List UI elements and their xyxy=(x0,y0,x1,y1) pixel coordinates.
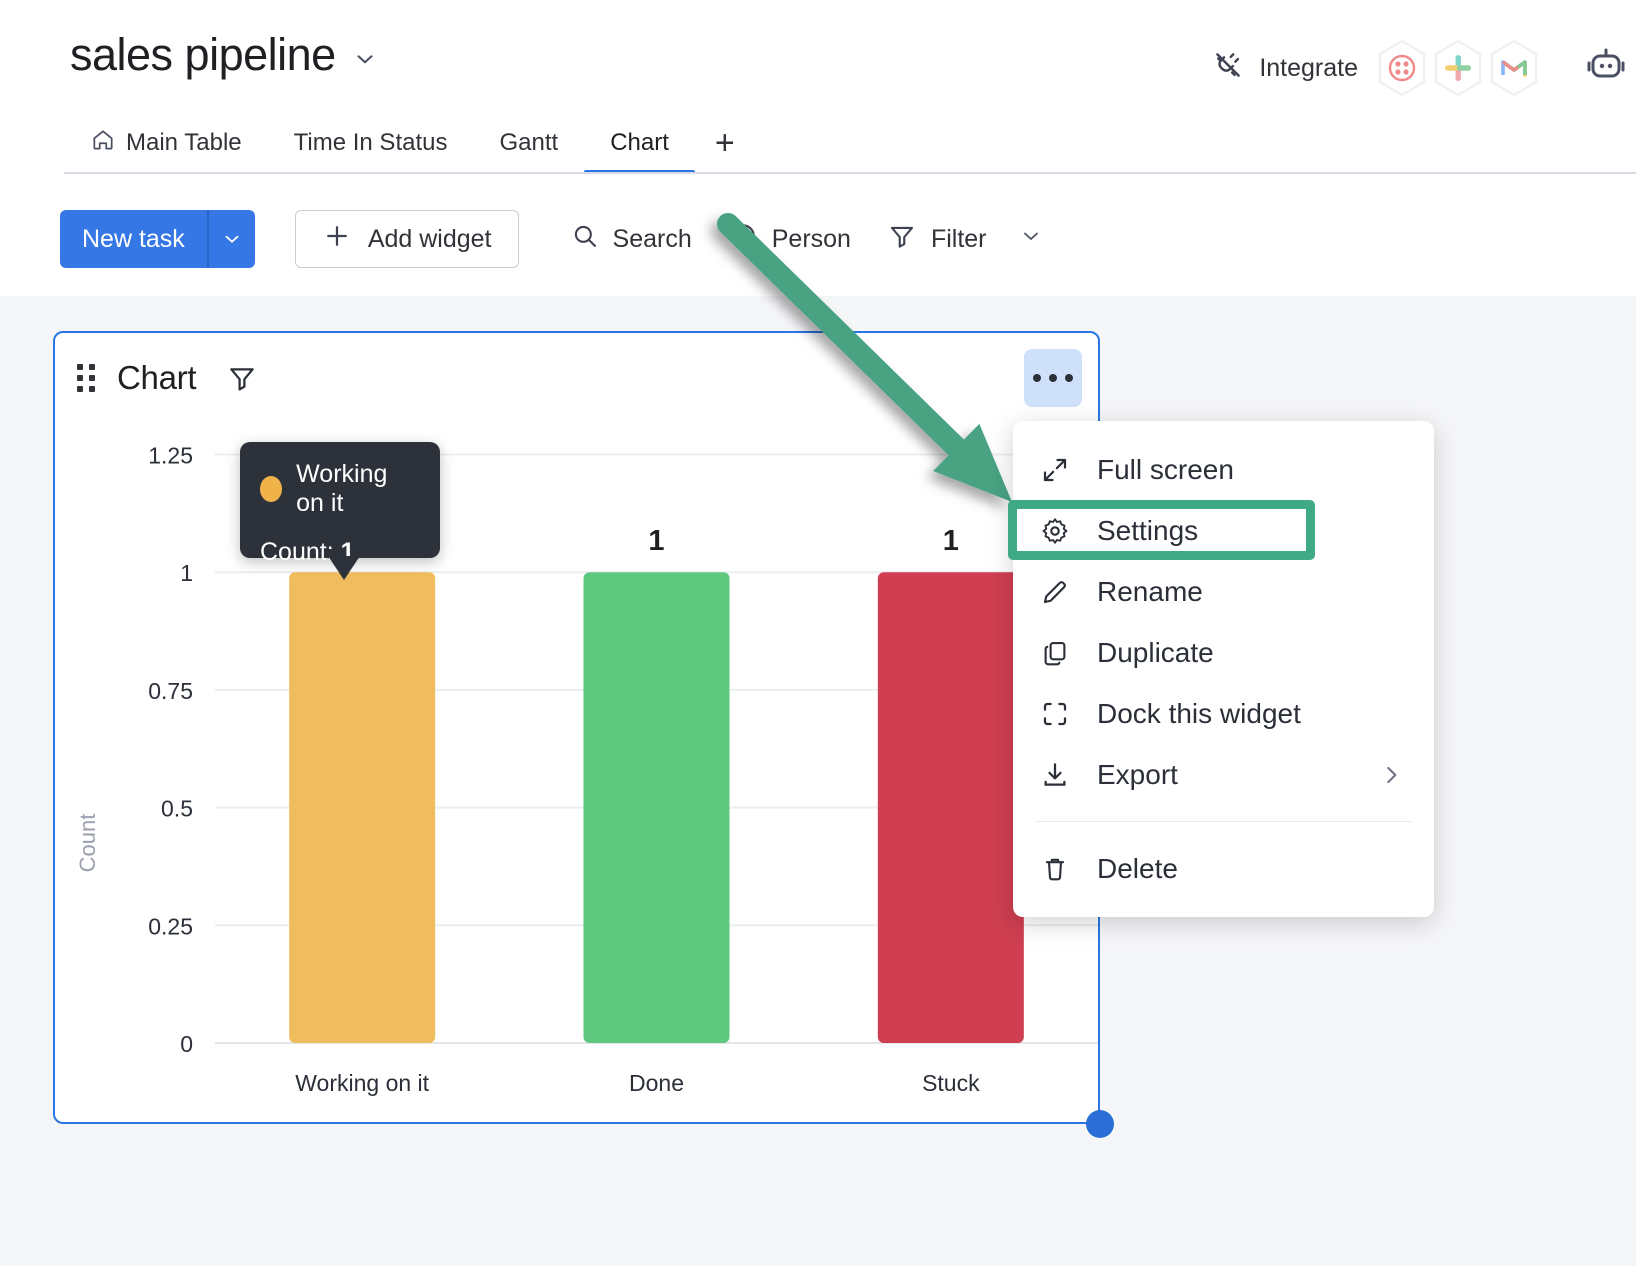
filter-chevron-down-icon[interactable] xyxy=(1019,224,1043,255)
dribbble-icon[interactable] xyxy=(1372,38,1432,98)
filter-label: Filter xyxy=(931,225,987,254)
toolbar: New task Add widget xyxy=(60,210,1061,268)
chart-widget-title: Chart xyxy=(117,359,196,397)
y-axis-tick-label: 0.25 xyxy=(148,913,193,939)
menu-item-delete[interactable]: Delete xyxy=(1013,838,1434,899)
integration-icons xyxy=(1372,38,1544,98)
x-axis-tick-label: Stuck xyxy=(922,1070,980,1096)
expand-icon xyxy=(1039,454,1071,486)
menu-item-label: Rename xyxy=(1097,576,1203,608)
menu-item-export[interactable]: Export xyxy=(1013,744,1434,805)
search-button[interactable]: Search xyxy=(553,210,710,268)
pencil-icon xyxy=(1039,576,1071,608)
bar-chart: 00.250.50.7511.251Working on it1Done1Stu… xyxy=(55,423,1098,1124)
add-view-button[interactable]: + xyxy=(695,112,755,174)
integrate-label: Integrate xyxy=(1259,54,1358,83)
trash-icon xyxy=(1039,853,1071,885)
filter-button[interactable]: Filter xyxy=(869,210,1061,268)
tooltip-series-row: Working on it xyxy=(260,460,420,518)
integrate-button[interactable]: Integrate xyxy=(1211,48,1372,89)
bot-icon[interactable] xyxy=(1584,46,1628,91)
slack-icon[interactable] xyxy=(1428,38,1488,98)
header-band: sales pipeline Integrate xyxy=(0,0,1636,296)
widget-context-menu: Full screen Settings Rename Duplicate Dock t… xyxy=(1013,421,1434,917)
chart-bar[interactable] xyxy=(289,572,435,1043)
search-icon xyxy=(571,222,599,257)
menu-item-rename[interactable]: Rename xyxy=(1013,561,1434,622)
y-axis-label: Count xyxy=(75,814,100,873)
board-title-row: sales pipeline xyxy=(70,32,378,77)
view-tabs: Main Table Time In Status Gantt Chart + xyxy=(64,110,755,174)
tooltip-pointer xyxy=(328,556,360,580)
dock-icon xyxy=(1039,698,1071,730)
integrate-cluster: Integrate xyxy=(1211,38,1628,98)
tab-time-in-status[interactable]: Time In Status xyxy=(268,112,474,174)
tab-gantt[interactable]: Gantt xyxy=(473,112,584,174)
menu-item-dock-this-widget[interactable]: Dock this widget xyxy=(1013,683,1434,744)
copy-icon xyxy=(1039,637,1071,669)
tab-label: Chart xyxy=(610,129,669,157)
chart-bar[interactable] xyxy=(584,572,730,1043)
y-axis-tick-label: 0.75 xyxy=(148,678,193,704)
tab-label: Gantt xyxy=(499,129,558,157)
menu-item-label: Delete xyxy=(1097,853,1178,885)
add-widget-button[interactable]: Add widget xyxy=(295,210,519,268)
gmail-icon[interactable] xyxy=(1484,38,1544,98)
tooltip-color-swatch-icon xyxy=(260,476,282,502)
menu-item-label: Settings xyxy=(1097,515,1198,547)
plus-icon xyxy=(322,221,352,258)
tooltip-series-label: Working on it xyxy=(296,460,420,518)
y-axis-tick-label: 1.25 xyxy=(148,443,193,469)
page-title: sales pipeline xyxy=(70,32,336,77)
chart-widget: Chart 0 0.25 0.5 0.75 1 1.25 1 Working on it 1 Do… xyxy=(53,331,1100,1124)
tab-chart[interactable]: Chart xyxy=(584,112,695,174)
bar-value-label: 1 xyxy=(648,525,664,557)
y-axis-tick-label: 0 xyxy=(180,1031,193,1057)
y-axis-tick-label: 1 xyxy=(180,560,193,586)
new-task-chevron-down-icon[interactable] xyxy=(209,210,255,268)
widget-resize-handle[interactable] xyxy=(1086,1110,1114,1138)
chart-widget-ellipsis-icon[interactable] xyxy=(1024,349,1082,407)
menu-separator xyxy=(1035,821,1412,822)
x-axis-tick-label: Done xyxy=(629,1070,684,1096)
chart-plot-area: 00.250.50.7511.251Working on it1Done1Stu… xyxy=(55,423,1098,1122)
person-icon xyxy=(728,221,758,258)
drag-handle-icon[interactable] xyxy=(77,363,99,393)
chart-tooltip: Working on it Count: 1 xyxy=(240,442,440,558)
bar-value-label: 1 xyxy=(943,525,959,557)
download-icon xyxy=(1039,759,1071,791)
chart-widget-header: Chart xyxy=(55,333,1098,423)
app-root: sales pipeline Integrate xyxy=(0,0,1636,1266)
gear-icon xyxy=(1039,515,1071,547)
menu-item-settings[interactable]: Settings xyxy=(1013,500,1434,561)
menu-item-label: Dock this widget xyxy=(1097,698,1301,730)
new-task-button[interactable]: New task xyxy=(60,210,255,268)
add-widget-label: Add widget xyxy=(368,225,492,254)
menu-item-label: Export xyxy=(1097,759,1178,791)
tabs-divider xyxy=(64,172,1636,174)
menu-item-label: Full screen xyxy=(1097,454,1234,486)
x-axis-tick-label: Working on it xyxy=(295,1070,429,1096)
plug-disconnected-icon xyxy=(1211,48,1245,89)
chart-widget-funnel-icon[interactable] xyxy=(226,362,258,394)
tab-main-table[interactable]: Main Table xyxy=(64,112,268,174)
tab-label: Time In Status xyxy=(294,129,448,157)
funnel-icon xyxy=(887,221,917,258)
search-label: Search xyxy=(613,225,692,254)
new-task-label: New task xyxy=(60,210,207,268)
home-icon xyxy=(90,127,116,160)
menu-item-duplicate[interactable]: Duplicate xyxy=(1013,622,1434,683)
menu-item-full-screen[interactable]: Full screen xyxy=(1013,439,1434,500)
board-title-chevron-down-icon[interactable] xyxy=(352,46,378,72)
menu-item-label: Duplicate xyxy=(1097,637,1214,669)
y-axis-tick-label: 0.5 xyxy=(161,796,193,822)
tab-label: Main Table xyxy=(126,129,242,157)
person-label: Person xyxy=(772,225,851,254)
chevron-right-icon[interactable] xyxy=(1378,762,1404,788)
person-filter-button[interactable]: Person xyxy=(710,210,869,268)
chart-bar[interactable] xyxy=(878,572,1024,1043)
